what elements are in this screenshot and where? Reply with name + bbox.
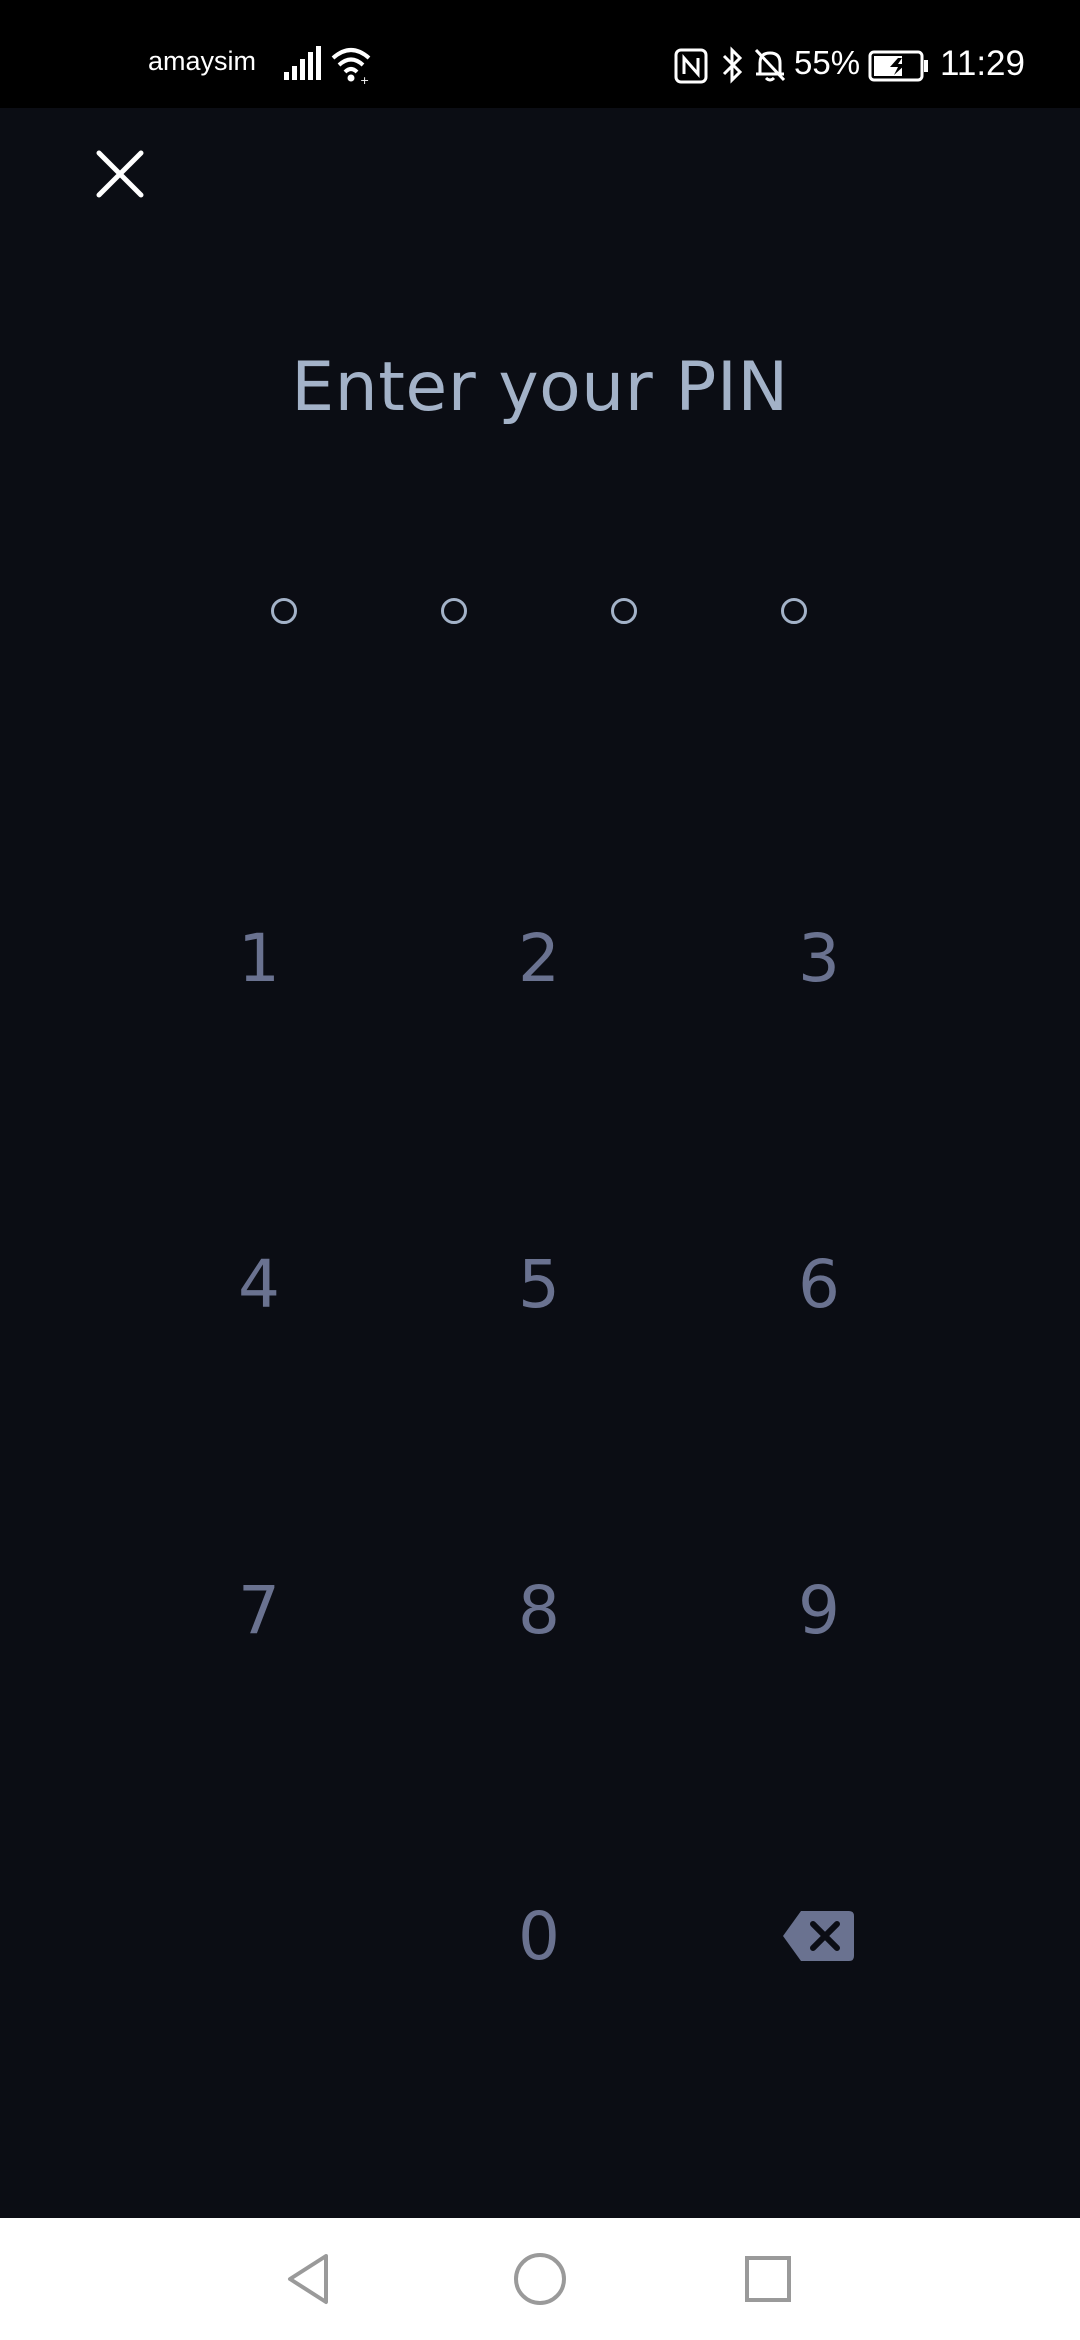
home-button[interactable] bbox=[480, 2218, 600, 2340]
key-2[interactable]: 2 bbox=[439, 878, 639, 1038]
key-6[interactable]: 6 bbox=[719, 1204, 919, 1364]
pin-indicator bbox=[0, 598, 1080, 630]
pin-dot bbox=[441, 598, 467, 624]
nfc-icon bbox=[674, 48, 708, 84]
backspace-button[interactable] bbox=[719, 1856, 919, 2016]
recents-button[interactable] bbox=[708, 2218, 828, 2340]
key-4[interactable]: 4 bbox=[159, 1204, 359, 1364]
close-icon bbox=[96, 150, 144, 198]
battery-charging-icon bbox=[868, 50, 928, 82]
status-bar: amaysim + 55% 11:29 bbox=[0, 0, 1080, 108]
mute-icon bbox=[754, 48, 786, 82]
navigation-bar bbox=[0, 2218, 1080, 2340]
wifi-icon: + bbox=[331, 48, 371, 84]
close-button[interactable] bbox=[90, 144, 150, 204]
key-7[interactable]: 7 bbox=[159, 1530, 359, 1690]
pin-dot bbox=[781, 598, 807, 624]
key-0[interactable]: 0 bbox=[439, 1856, 639, 2016]
key-8[interactable]: 8 bbox=[439, 1530, 639, 1690]
clock: 11:29 bbox=[940, 44, 1025, 83]
key-5[interactable]: 5 bbox=[439, 1204, 639, 1364]
key-9[interactable]: 9 bbox=[719, 1530, 919, 1690]
svg-text:+: + bbox=[360, 74, 369, 84]
key-1[interactable]: 1 bbox=[159, 878, 359, 1038]
bluetooth-icon bbox=[722, 46, 743, 84]
page-title: Enter your PIN bbox=[291, 348, 789, 427]
back-icon bbox=[288, 2254, 328, 2304]
back-button[interactable] bbox=[248, 2218, 368, 2340]
signal-icon bbox=[284, 46, 321, 80]
carrier-label: amaysim bbox=[148, 46, 257, 76]
battery-percent: 55% bbox=[794, 44, 861, 81]
pin-dot bbox=[271, 598, 297, 624]
backspace-icon bbox=[783, 1911, 854, 1961]
key-3[interactable]: 3 bbox=[719, 878, 919, 1038]
home-icon bbox=[514, 2253, 566, 2305]
recents-icon bbox=[745, 2256, 791, 2302]
pin-dot bbox=[611, 598, 637, 624]
